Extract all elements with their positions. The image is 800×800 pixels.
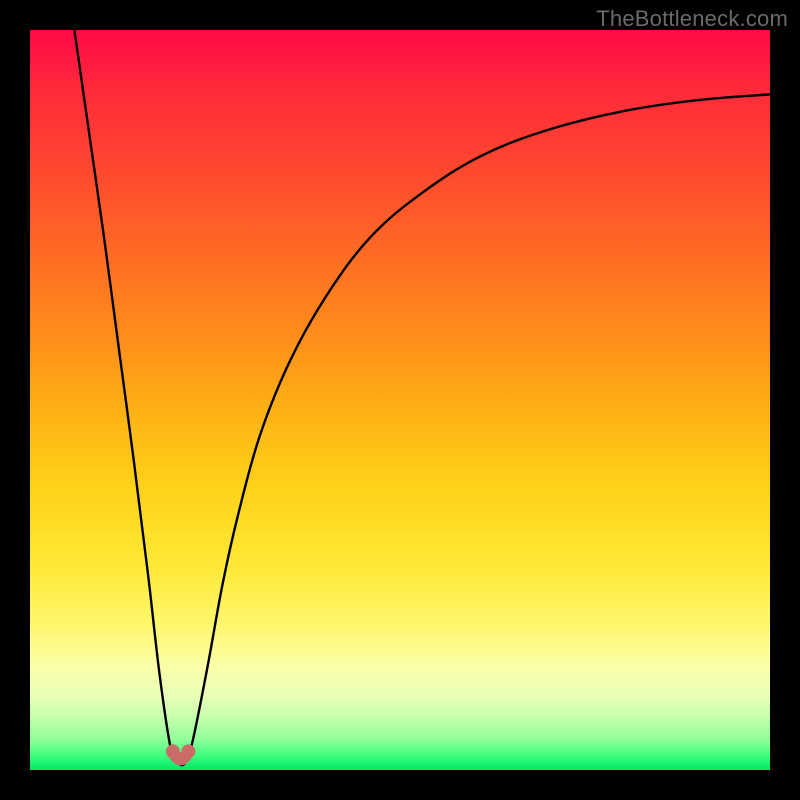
gradient-background [30,30,770,770]
chart-frame: TheBottleneck.com [0,0,800,800]
watermark-text: TheBottleneck.com [596,6,788,32]
plot-area [30,30,770,770]
